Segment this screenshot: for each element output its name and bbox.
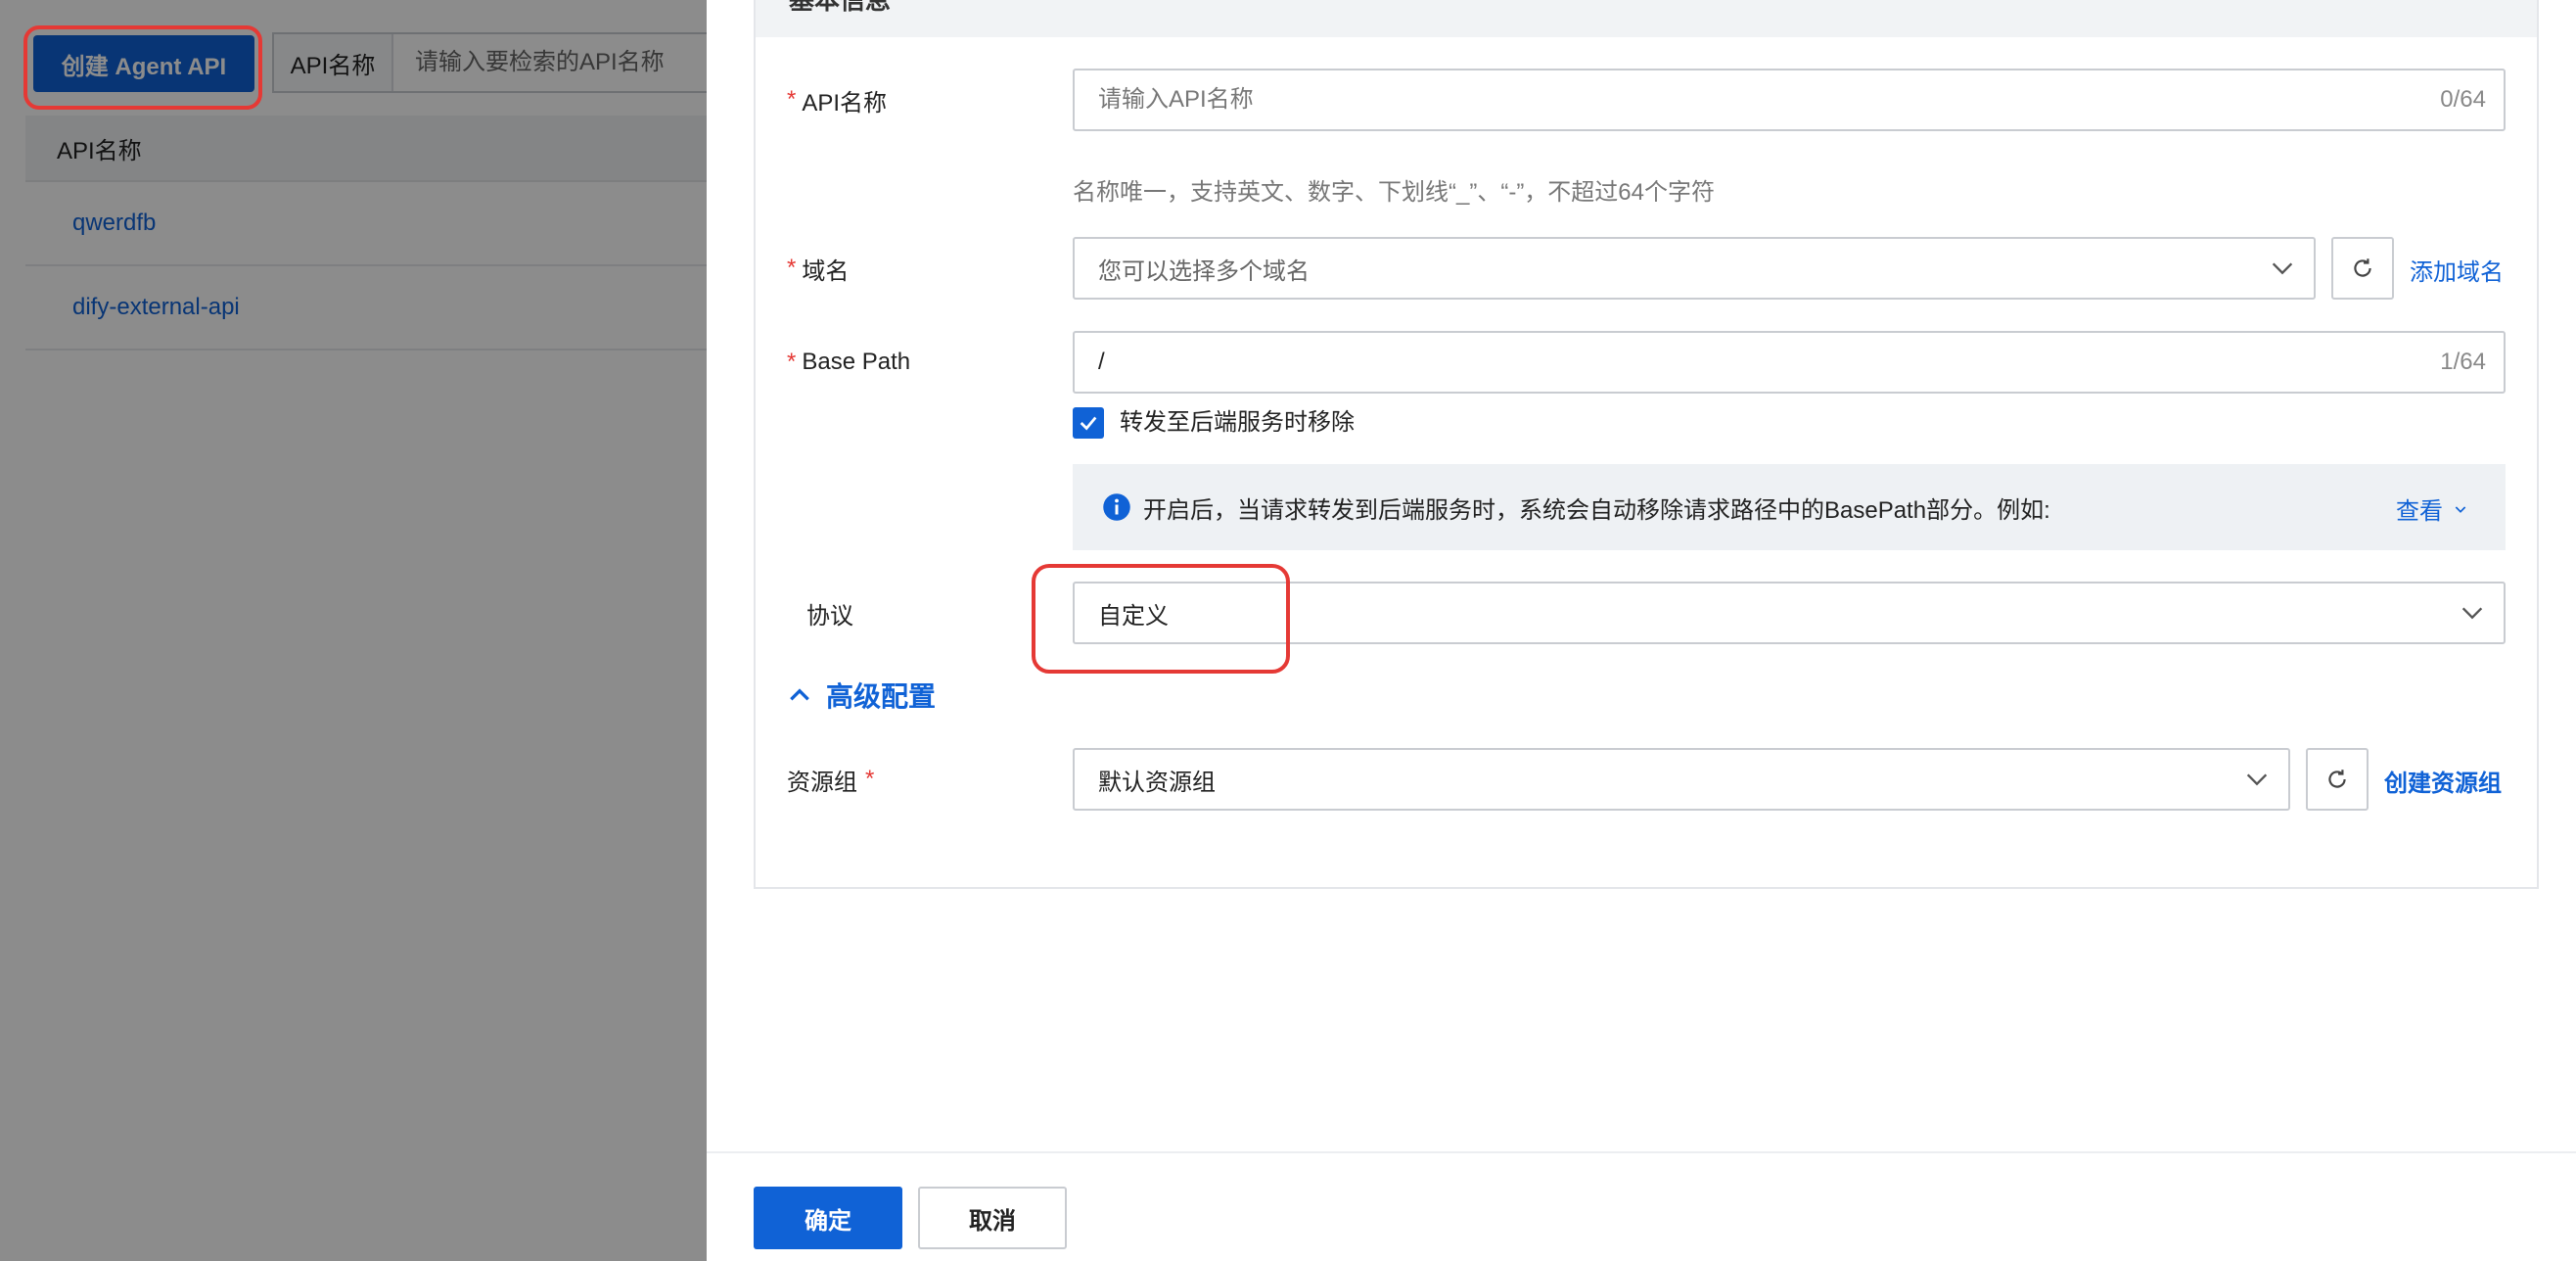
advanced-config-label: 高级配置	[826, 681, 937, 712]
chevron-up-icon	[790, 688, 809, 701]
chevron-down-icon	[2246, 773, 2268, 786]
info-text: 开启后，当请求转发到后端服务时，系统会自动移除请求路径中的BasePath部分。…	[1143, 496, 2050, 524]
required-mark: *	[865, 766, 875, 792]
base-path-info-box: 开启后，当请求转发到后端服务时，系统会自动移除请求路径中的BasePath部分。…	[1073, 464, 2506, 550]
api-name-input[interactable]	[1075, 85, 2441, 115]
advanced-config-toggle[interactable]: 高级配置	[787, 676, 936, 715]
api-name-label-text: API名称	[802, 89, 888, 117]
resource-group-select[interactable]: 默认资源组	[1073, 748, 2290, 811]
cancel-button[interactable]: 取消	[918, 1187, 1067, 1249]
footer-divider	[707, 1151, 2576, 1153]
chevron-down-icon	[2455, 505, 2466, 513]
api-name-help: 名称唯一，支持英文、数字、下划线“_”、“-”，不超过64个字符	[1073, 179, 1716, 206]
required-mark: *	[787, 86, 797, 113]
required-mark: *	[787, 349, 797, 375]
view-example-link[interactable]: 查看	[2396, 491, 2468, 526]
highlight-outline-protocol	[1032, 564, 1290, 674]
base-path-label-text: Base Path	[802, 349, 911, 375]
refresh-resource-groups-button[interactable]	[2306, 748, 2369, 811]
chevron-down-icon	[2272, 262, 2293, 275]
add-domain-link[interactable]: 添加域名	[2410, 253, 2504, 287]
info-icon	[1103, 493, 1130, 521]
highlight-outline-create-button	[23, 25, 262, 110]
resource-group-label-text: 资源组	[787, 769, 857, 796]
refresh-icon	[2354, 258, 2371, 277]
protocol-label: 协议	[806, 602, 853, 630]
view-example-label: 查看	[2396, 498, 2443, 525]
api-name-counter: 0/64	[2440, 86, 2486, 113]
base-path-counter: 1/64	[2440, 349, 2486, 375]
confirm-button[interactable]: 确定	[754, 1187, 902, 1249]
card-header: 基本信息	[756, 0, 2537, 37]
create-resource-group-link[interactable]: 创建资源组	[2384, 764, 2502, 798]
check-icon	[1080, 416, 1097, 431]
strip-base-path-label: 转发至后端服务时移除	[1120, 409, 1355, 436]
modal-overlay[interactable]	[0, 0, 707, 1261]
refresh-icon	[2328, 770, 2346, 788]
base-path-field[interactable]: 1/64	[1073, 331, 2506, 394]
strip-base-path-checkbox[interactable]	[1073, 407, 1104, 439]
refresh-domains-button[interactable]	[2331, 237, 2394, 300]
domain-label: * 域名	[787, 237, 849, 300]
section-title: 基本信息	[789, 0, 892, 15]
required-mark: *	[787, 255, 797, 281]
domain-label-text: 域名	[802, 257, 850, 285]
resource-group-select-value: 默认资源组	[1098, 769, 1216, 796]
domain-select[interactable]: 您可以选择多个域名	[1073, 237, 2316, 300]
resource-group-label: 资源组 *	[787, 748, 874, 811]
base-path-label: * Base Path	[787, 331, 910, 394]
chevron-down-icon	[2461, 607, 2483, 620]
api-name-field[interactable]: 0/64	[1073, 69, 2506, 131]
api-name-label: * API名称	[787, 69, 887, 131]
base-path-input[interactable]	[1075, 348, 2441, 377]
domain-select-placeholder: 您可以选择多个域名	[1098, 257, 1310, 285]
